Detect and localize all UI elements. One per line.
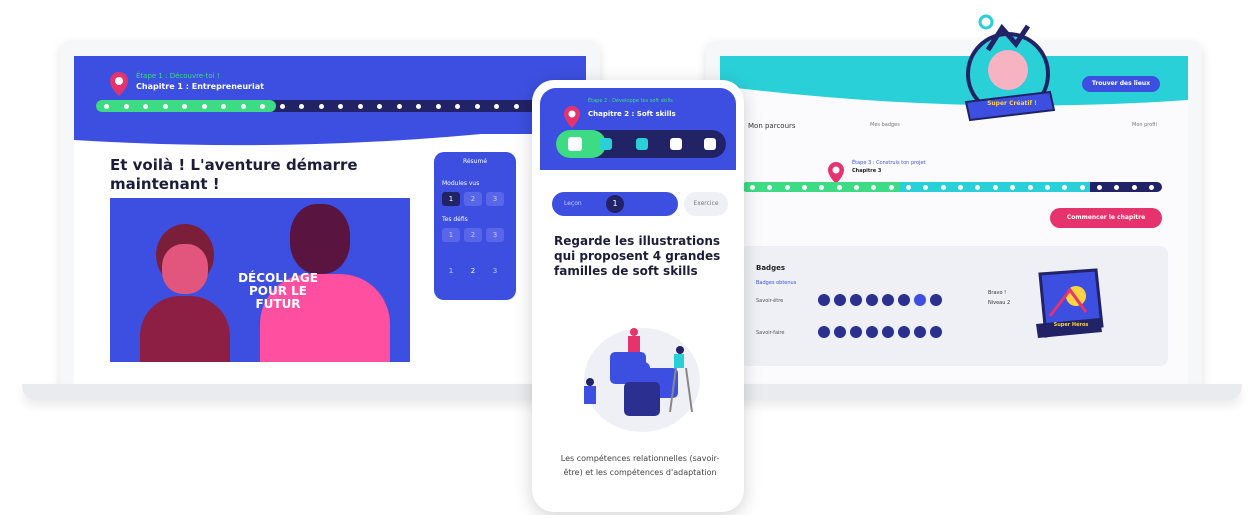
- badge-icon: [930, 326, 942, 338]
- super-creative-badge: Super Créatif !: [958, 10, 1058, 128]
- summary-cell: 3: [492, 267, 498, 275]
- summary-title: Résumé: [462, 158, 488, 165]
- badge-icon: [930, 294, 942, 306]
- phone-breadcrumb-sub: Étape 2 : Développe tes soft skills: [588, 98, 673, 104]
- lesson-toggle[interactable]: Leçon 1: [552, 192, 678, 216]
- summary-row3: 1 2 3: [442, 264, 504, 278]
- nav-my-profile[interactable]: Mon profil: [1132, 122, 1157, 128]
- badges-row2-label: Savoir-faire: [756, 330, 785, 336]
- summary-section1: Modules vus: [442, 180, 480, 187]
- phone-screen: Étape 2 : Développe tes soft skills Chap…: [540, 88, 736, 504]
- badges-card-sub: Badges obtenus: [756, 280, 797, 286]
- left-heading: Et voilà ! L'aventure démarre maintenant…: [110, 156, 358, 193]
- phone-caption: Les compétences relationnelles (savoir-ê…: [560, 454, 720, 477]
- badge-icon: [818, 294, 830, 306]
- badges-row2: [818, 326, 942, 338]
- toggle-left-label: Leçon: [564, 200, 582, 207]
- phone-chapter-title: Chapitre 2 : Soft skills: [588, 110, 676, 118]
- right-laptop: Trouver des lieux Mon parcours Mes badge…: [706, 42, 1202, 388]
- phone-pin-icon: [564, 106, 580, 128]
- badge-icon: [866, 294, 878, 306]
- left-pin-icon: [110, 72, 128, 96]
- phone-heading: Regarde les illustrations qui proposent …: [554, 234, 721, 278]
- super-creative-label: Super Créatif !: [987, 100, 1037, 107]
- summary-cell: 3: [486, 228, 504, 242]
- badge-icon: [834, 326, 846, 338]
- left-progress-dots: [100, 103, 562, 109]
- summary-cell: 2: [464, 192, 482, 206]
- badge-icon: [914, 294, 926, 306]
- badge-icon: [866, 326, 878, 338]
- start-chapter-button[interactable]: Commencer le chapitre: [1050, 208, 1162, 228]
- summary-cell: 1: [442, 192, 460, 206]
- header-wave: [74, 116, 586, 146]
- video-player[interactable]: DÉCOLLAGE POUR LE FUTUR: [110, 198, 410, 362]
- left-laptop: Étape 1 : Découvre-toi ! Chapitre 1 : En…: [60, 42, 600, 388]
- badge-icon: [898, 294, 910, 306]
- right-track-sub: Étape 3 : Construis ton projet: [852, 160, 926, 166]
- video-title: DÉCOLLAGE POUR LE FUTUR: [238, 271, 318, 311]
- summary-row2: 1 2 3: [442, 228, 504, 242]
- lock-icon: [670, 138, 682, 150]
- summary-panel: Résumé Modules vus 1 2 3 Tes défis 1 2 3…: [434, 152, 516, 300]
- badge-icon: [850, 294, 862, 306]
- right-pin-icon: [828, 162, 844, 184]
- badge-icon: [834, 294, 846, 306]
- badge-icon: [850, 326, 862, 338]
- right-track-title: Chapitre 3: [852, 168, 882, 174]
- summary-cell: 1: [442, 228, 460, 242]
- nav-my-path[interactable]: Mon parcours: [748, 122, 796, 130]
- nav-my-badges[interactable]: Mes badges: [870, 122, 900, 128]
- badge-icon: [882, 326, 894, 338]
- summary-cell: 1: [448, 267, 454, 275]
- phone-step-1[interactable]: [568, 137, 582, 151]
- summary-cell: 2: [464, 228, 482, 242]
- toggle-number: 1: [606, 195, 624, 213]
- left-breadcrumb-sub: Étape 1 : Découvre-toi !: [136, 72, 220, 80]
- lock-icon: [636, 138, 648, 150]
- badge-icon: [882, 294, 894, 306]
- badges-card-title: Badges: [756, 264, 785, 272]
- left-screen: Étape 1 : Découvre-toi ! Chapitre 1 : En…: [74, 56, 586, 386]
- summary-row1: 1 2 3: [442, 192, 504, 206]
- right-screen: Trouver des lieux Mon parcours Mes badge…: [720, 56, 1188, 386]
- badges-card: Badges Badges obtenus Savoir-être Savoir…: [740, 246, 1168, 366]
- phone: Étape 2 : Développe tes soft skills Chap…: [532, 80, 744, 512]
- super-hero-label: Super Héros: [1053, 322, 1089, 328]
- badges-row1: [818, 294, 942, 306]
- exercise-button[interactable]: Exercice: [684, 192, 728, 216]
- summary-section2: Tes défis: [442, 216, 468, 223]
- summary-cell: 3: [486, 192, 504, 206]
- badge-icon: [818, 326, 830, 338]
- summary-cell: 2: [470, 267, 476, 275]
- badges-row1-label: Savoir-être: [756, 298, 784, 304]
- person-left-image: [140, 224, 230, 362]
- left-chapter-title: Chapitre 1 : Entrepreneuriat: [136, 82, 264, 91]
- find-places-button[interactable]: Trouver des lieux: [1082, 76, 1160, 92]
- lock-icon: [704, 138, 716, 150]
- lock-icon: [600, 138, 612, 150]
- right-laptop-base: [666, 384, 1242, 400]
- badges-right-text2: Niveau 2: [988, 300, 1011, 306]
- puzzle-illustration: [570, 316, 710, 436]
- super-hero-badge: Super Héros: [1030, 266, 1106, 346]
- right-progress-dots: [746, 184, 1158, 190]
- badges-right-text1: Bravo !: [988, 290, 1007, 296]
- badge-icon: [898, 326, 910, 338]
- badge-icon: [914, 326, 926, 338]
